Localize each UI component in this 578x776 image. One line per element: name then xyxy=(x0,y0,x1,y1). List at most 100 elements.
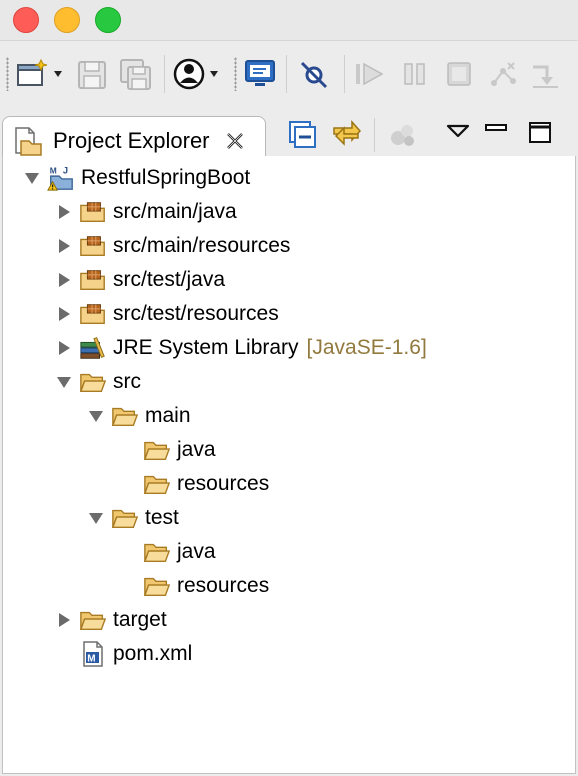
tree-item-label: src xyxy=(113,370,141,393)
focus-on-active-task-button[interactable] xyxy=(386,118,420,152)
window-zoom-button[interactable] xyxy=(95,7,121,33)
toolbar-separator xyxy=(344,55,345,93)
folder-open-icon xyxy=(79,608,107,632)
window-close-button[interactable] xyxy=(13,7,39,33)
tree-item-library[interactable]: JRE System Library [JavaSE-1.6] xyxy=(53,332,427,364)
tree-item-folder[interactable]: src xyxy=(53,366,141,398)
save-all-button[interactable] xyxy=(118,57,154,91)
tree-item-label: resources xyxy=(177,472,270,495)
tree-item-label: pom.xml xyxy=(113,642,193,665)
folder-open-icon xyxy=(143,574,171,598)
skip-breakpoints-button[interactable] xyxy=(296,57,332,91)
source-folder-icon xyxy=(79,302,107,326)
svg-text:M: M xyxy=(87,654,95,665)
tree-item-folder[interactable]: target xyxy=(53,604,167,636)
tree-item-source-folder[interactable]: src/test/resources xyxy=(53,298,279,330)
folder-open-icon xyxy=(79,370,107,394)
minimize-icon xyxy=(485,124,507,131)
link-with-editor-icon xyxy=(333,120,362,146)
tree-item-folder[interactable]: resources xyxy=(117,570,269,602)
twistie-expanded-icon[interactable] xyxy=(85,405,107,427)
maximize-view-button[interactable] xyxy=(526,118,554,146)
twistie-collapsed-icon[interactable] xyxy=(53,609,75,631)
step-into-icon xyxy=(533,65,558,88)
perspective-button[interactable] xyxy=(172,57,226,91)
folder-open-icon xyxy=(143,438,171,462)
folder-open-icon xyxy=(111,404,139,428)
monitor-button[interactable] xyxy=(242,57,278,91)
tree-item-label: target xyxy=(113,608,167,631)
folder-open-icon xyxy=(143,540,171,564)
tree-item-file[interactable]: M pom.xml xyxy=(53,638,192,670)
source-folder-icon xyxy=(79,268,107,292)
twistie-collapsed-icon[interactable] xyxy=(53,235,75,257)
skip-breakpoints-icon xyxy=(300,61,328,89)
tree-item-source-folder[interactable]: src/main/resources xyxy=(53,230,290,262)
tree-item-label: main xyxy=(145,404,191,427)
project-tree[interactable]: M J RestfulSpringBoot src/main/java src/… xyxy=(2,156,576,774)
view-toolbar-separator xyxy=(374,118,375,152)
new-icon xyxy=(17,58,62,86)
terminate-icon xyxy=(447,62,471,86)
folder-open-icon xyxy=(111,506,139,530)
tree-item-label: JRE System Library xyxy=(113,336,299,359)
save-all-icon xyxy=(120,59,151,90)
perspective-icon xyxy=(173,58,218,90)
step-into-button[interactable] xyxy=(528,57,564,91)
collapse-all-button[interactable] xyxy=(286,118,320,152)
focus-icon xyxy=(391,125,414,146)
tree-item-label: src/main/resources xyxy=(113,234,291,257)
tree-item-source-folder[interactable]: src/test/java xyxy=(53,264,225,296)
tree-item-label: resources xyxy=(177,574,270,597)
tree-item-decoration: [JavaSE-1.6] xyxy=(306,336,427,359)
new-button[interactable] xyxy=(14,57,64,91)
tree-item-folder[interactable]: java xyxy=(117,434,216,466)
monitor-icon xyxy=(245,60,275,86)
save-button[interactable] xyxy=(76,57,108,91)
maximize-icon xyxy=(529,122,551,143)
link-with-editor-button[interactable] xyxy=(328,116,364,152)
twistie-collapsed-icon[interactable] xyxy=(53,303,75,325)
main-toolbar xyxy=(0,40,578,107)
twistie-expanded-icon[interactable] xyxy=(21,167,43,189)
window-titlebar xyxy=(0,0,578,40)
disconnect-button[interactable] xyxy=(486,57,520,91)
source-folder-icon xyxy=(79,234,107,258)
twistie-expanded-icon[interactable] xyxy=(85,507,107,529)
twistie-expanded-icon[interactable] xyxy=(53,371,75,393)
twistie-collapsed-icon[interactable] xyxy=(53,269,75,291)
terminate-button[interactable] xyxy=(442,57,476,91)
tree-item-folder[interactable]: test xyxy=(85,502,179,534)
folder-open-icon xyxy=(143,472,171,496)
resume-button[interactable] xyxy=(352,57,388,91)
tree-item-folder[interactable]: main xyxy=(85,400,191,432)
save-icon xyxy=(78,61,106,89)
view-menu-button[interactable] xyxy=(444,118,472,146)
maven-project-icon: M J xyxy=(47,165,75,191)
toolbar-grip[interactable] xyxy=(6,57,9,91)
window-minimize-button[interactable] xyxy=(54,7,80,33)
library-icon xyxy=(79,336,107,360)
tree-item-project[interactable]: M J RestfulSpringBoot xyxy=(21,162,250,194)
minimize-view-button[interactable] xyxy=(482,118,510,146)
project-explorer-icon xyxy=(15,126,42,156)
tree-item-label: java xyxy=(177,438,216,461)
svg-text:M: M xyxy=(50,165,57,175)
project-explorer-view: Project Explorer M J RestfulSpringBoot s… xyxy=(0,106,578,776)
tree-item-label: test xyxy=(145,506,179,529)
suspend-button[interactable] xyxy=(398,57,432,91)
toolbar-separator xyxy=(164,55,165,93)
twistie-collapsed-icon[interactable] xyxy=(53,201,75,223)
tree-item-source-folder[interactable]: src/main/java xyxy=(53,196,237,228)
tree-item-folder[interactable]: resources xyxy=(117,468,269,500)
tree-item-label: src/main/java xyxy=(113,200,237,223)
close-view-button[interactable] xyxy=(224,130,246,152)
twistie-collapsed-icon[interactable] xyxy=(53,337,75,359)
tree-item-label: RestfulSpringBoot xyxy=(81,166,251,189)
suspend-icon xyxy=(404,63,425,85)
toolbar-grip[interactable] xyxy=(234,57,237,91)
tree-item-label: src/test/java xyxy=(113,268,226,291)
tree-item-folder[interactable]: java xyxy=(117,536,216,568)
toolbar-separator xyxy=(286,55,287,93)
view-title: Project Explorer xyxy=(53,127,210,153)
